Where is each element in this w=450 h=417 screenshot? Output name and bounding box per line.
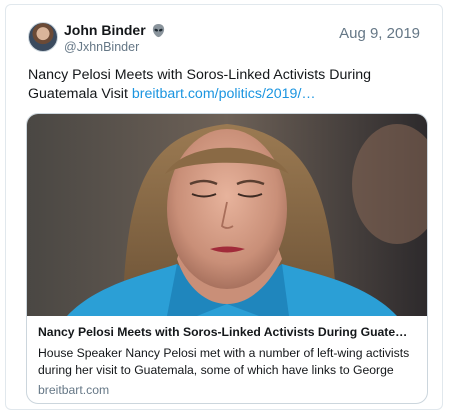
tweet-link[interactable]: breitbart.com/politics/2019/… [132,86,316,102]
author-name[interactable]: John Binder [64,22,146,38]
link-preview-card[interactable]: Nancy Pelosi Meets with Soros-Linked Act… [26,113,428,404]
tweet-date[interactable]: Aug 9, 2019 [339,25,420,42]
author-name-row: John Binder [64,22,166,38]
tweet-text: Nancy Pelosi Meets with Soros-Linked Act… [28,66,428,104]
author-handle[interactable]: @JxhnBinder [64,40,139,54]
tweet-card[interactable]: John Binder @JxhnBinder Aug 9, 2019 Nanc… [5,4,443,410]
card-body[interactable]: Nancy Pelosi Meets with Soros-Linked Act… [27,316,427,403]
author-avatar[interactable] [28,22,58,52]
card-description: House Speaker Nancy Pelosi met with a nu… [38,346,410,377]
card-image[interactable] [27,114,427,316]
card-title[interactable]: Nancy Pelosi Meets with Soros-Linked Act… [38,325,418,339]
alien-icon [151,23,166,38]
card-domain: breitbart.com [38,383,110,397]
